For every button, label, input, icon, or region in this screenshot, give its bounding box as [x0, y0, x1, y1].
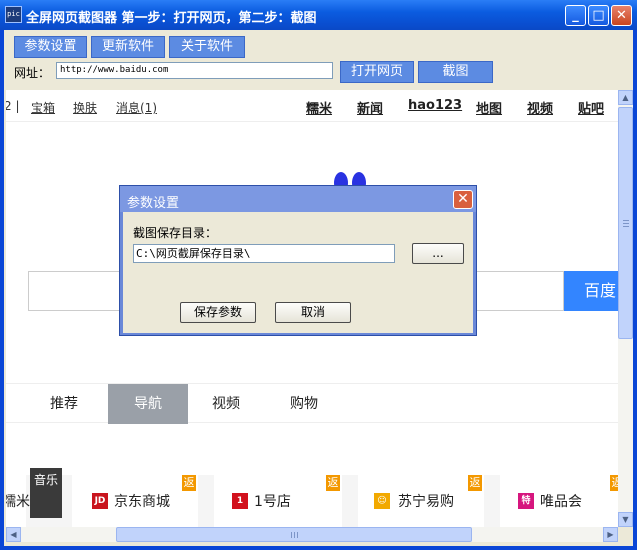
site-card-label: 苏宁易购: [398, 494, 454, 510]
dialog-close-button[interactable]: ✕: [453, 190, 473, 209]
about-button[interactable]: 关于软件: [169, 36, 245, 58]
horizontal-scroll-thumb[interactable]: [116, 527, 472, 542]
thumb-grip: [294, 532, 295, 538]
tab-shopping[interactable]: 购物: [274, 384, 334, 424]
thumb-grip: [623, 223, 629, 224]
save-dir-input[interactable]: C:\网页截屏保存目录\: [133, 244, 395, 263]
dialog-title: 参数设置: [127, 196, 180, 211]
tab-recommend[interactable]: 推荐: [34, 384, 94, 424]
capture-button[interactable]: 截图: [418, 61, 493, 83]
nav-fragment: 2 |: [6, 99, 20, 113]
nav-link-messages[interactable]: 消息(1): [116, 99, 157, 116]
update-button[interactable]: 更新软件: [91, 36, 165, 58]
search-button[interactable]: 百度: [564, 271, 618, 311]
content-tabs: 推荐 导航 视频 购物: [6, 383, 618, 424]
site-card-label: 糯米: [6, 494, 30, 510]
title-bar[interactable]: pic 全屏网页截图器 第一步：打开网页，第二步：截图 _ □ ✕: [0, 0, 637, 30]
dialog-title-bar[interactable]: 参数设置 ✕: [120, 186, 476, 212]
music-side-tab[interactable]: 音乐: [30, 468, 62, 518]
nav-link-tieba[interactable]: 贴吧: [578, 98, 604, 117]
site-card-suning[interactable]: ☺ 苏宁易购 返: [358, 475, 484, 527]
browse-button[interactable]: ...: [412, 243, 464, 264]
rebate-badge: 返: [182, 475, 196, 491]
thumb-grip: [623, 226, 629, 227]
nav-link-video[interactable]: 视频: [527, 98, 553, 117]
site-card-label: 唯品会: [540, 494, 582, 510]
dialog-body: 截图保存目录： C:\网页截屏保存目录\ ... 保存参数 取消: [123, 212, 473, 333]
app-icon: pic: [5, 6, 22, 23]
site-card-jd[interactable]: JD 京东商城 返: [72, 475, 198, 527]
vertical-scroll-thumb[interactable]: [618, 107, 633, 339]
scroll-down-button[interactable]: ▼: [618, 512, 633, 527]
rebate-badge: 返: [326, 475, 340, 491]
maximize-button[interactable]: □: [588, 5, 609, 26]
nav-link-hao123[interactable]: hao123: [408, 98, 462, 113]
cancel-button[interactable]: 取消: [275, 302, 351, 323]
jd-icon: JD: [92, 493, 108, 509]
nav-link-map[interactable]: 地图: [476, 98, 502, 117]
site-card-label: 1号店: [254, 494, 291, 510]
vip-icon: 特: [518, 493, 534, 509]
baidu-top-nav: 2 | 宝箱 换肤 消息(1) 糯米 新闻 hao123 地图 视频 贴吧: [6, 90, 618, 122]
nav-link-baoxiang[interactable]: 宝箱: [31, 99, 55, 116]
site-cards: 糯米 JD 京东商城 返 1 1号店 返 ☺ 苏宁易购 返 特 唯品会 返: [6, 475, 618, 527]
site-card-yhd[interactable]: 1 1号店 返: [214, 475, 342, 527]
scroll-left-button[interactable]: ◀: [6, 527, 21, 542]
nav-link-news[interactable]: 新闻: [357, 98, 383, 117]
scroll-right-button[interactable]: ▶: [603, 527, 618, 542]
close-button[interactable]: ✕: [611, 5, 632, 26]
scroll-up-button[interactable]: ▲: [618, 90, 633, 105]
open-page-button[interactable]: 打开网页: [340, 61, 414, 83]
rebate-badge: 返: [468, 475, 482, 491]
suning-icon: ☺: [374, 493, 390, 509]
nav-link-nuomi[interactable]: 糯米: [306, 98, 332, 117]
settings-button[interactable]: 参数设置: [14, 36, 87, 58]
thumb-grip: [623, 220, 629, 221]
save-settings-button[interactable]: 保存参数: [180, 302, 256, 323]
settings-dialog: 参数设置 ✕ 截图保存目录： C:\网页截屏保存目录\ ... 保存参数 取消: [119, 185, 477, 336]
site-card-vip[interactable]: 特 唯品会 返: [500, 475, 618, 527]
window-title: 全屏网页截图器 第一步：打开网页，第二步：截图: [26, 11, 317, 26]
yhd-icon: 1: [232, 493, 248, 509]
thumb-grip: [291, 532, 292, 538]
tab-video[interactable]: 视频: [196, 384, 256, 424]
nav-link-skin[interactable]: 换肤: [73, 99, 97, 116]
tab-navigation[interactable]: 导航: [108, 384, 188, 424]
url-label: 网址：: [14, 66, 51, 80]
site-card-label: 京东商城: [114, 494, 170, 510]
site-card-nuomi[interactable]: 糯米: [6, 475, 30, 527]
minimize-button[interactable]: _: [565, 5, 586, 26]
thumb-grip: [297, 532, 298, 538]
vertical-scrollbar[interactable]: ▲ ▼: [618, 90, 633, 527]
horizontal-scrollbar[interactable]: ◀ ▶: [6, 527, 618, 542]
url-input[interactable]: http://www.baidu.com: [56, 62, 333, 79]
save-dir-label: 截图保存目录：: [133, 226, 218, 240]
app-window: pic 全屏网页截图器 第一步：打开网页，第二步：截图 _ □ ✕ 参数设置 更…: [0, 0, 637, 550]
rebate-badge: 返: [610, 475, 618, 491]
